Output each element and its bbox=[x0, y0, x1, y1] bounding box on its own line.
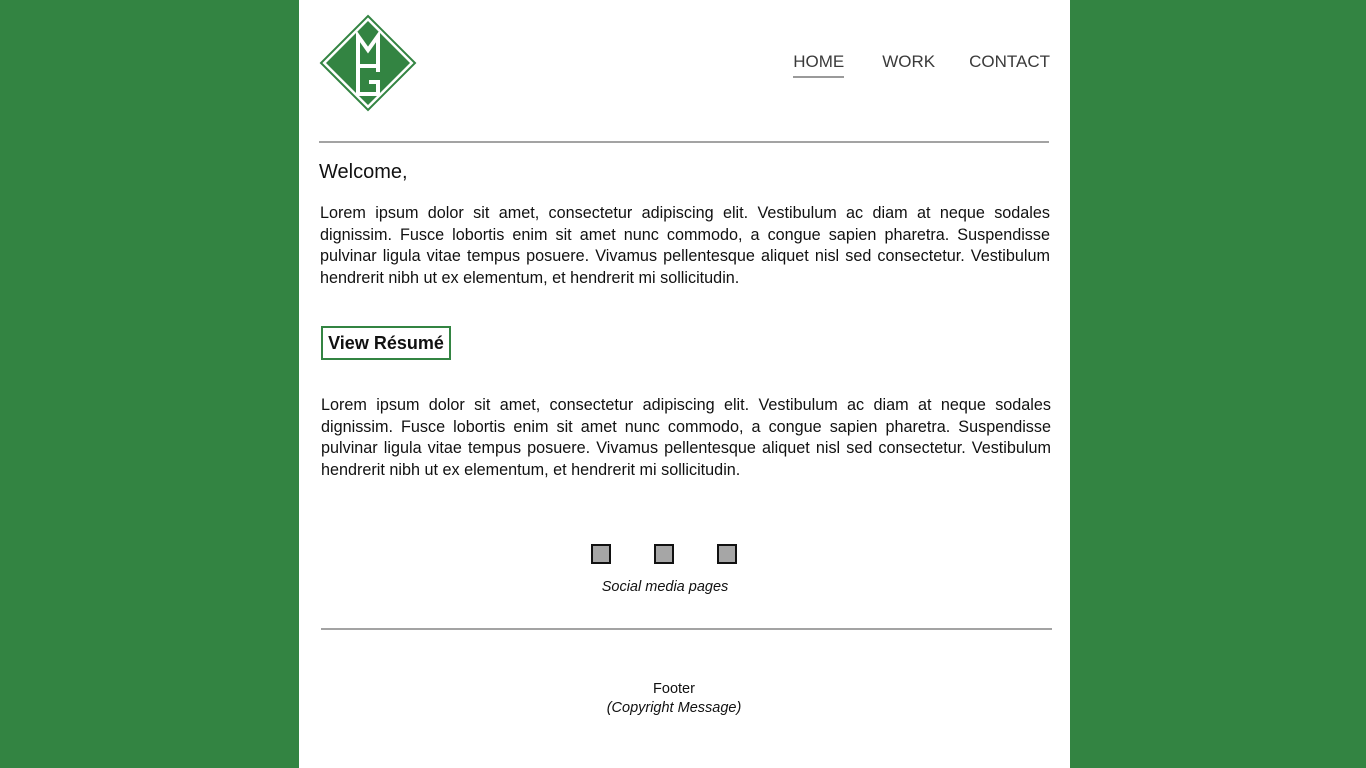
social-caption: Social media pages bbox=[601, 579, 729, 595]
view-resume-button[interactable]: View Résumé bbox=[321, 326, 451, 360]
nav-home-link[interactable]: HOME bbox=[793, 52, 845, 78]
nav-work-link[interactable]: WORK bbox=[882, 52, 935, 78]
social-links bbox=[591, 544, 737, 564]
footer-title: Footer bbox=[653, 681, 695, 697]
welcome-heading: Welcome, bbox=[319, 161, 408, 183]
second-paragraph: Lorem ipsum dolor sit amet, consectetur … bbox=[321, 396, 1051, 480]
page-content: HOME WORK CONTACT Welcome, Lorem ipsum d… bbox=[299, 0, 1070, 768]
footer-divider bbox=[321, 628, 1052, 630]
mg-logo[interactable] bbox=[319, 14, 417, 112]
social-icon-1[interactable] bbox=[591, 544, 611, 564]
social-icon-2[interactable] bbox=[654, 544, 674, 564]
social-icon-3[interactable] bbox=[717, 544, 737, 564]
footer: Footer (Copyright Message) bbox=[299, 680, 1049, 718]
main-nav: HOME WORK CONTACT bbox=[793, 52, 1050, 78]
nav-contact-link[interactable]: CONTACT bbox=[969, 52, 1050, 78]
intro-paragraph: Lorem ipsum dolor sit amet, consectetur … bbox=[320, 204, 1050, 288]
copyright-message: (Copyright Message) bbox=[606, 700, 742, 716]
header-divider bbox=[319, 141, 1049, 143]
mg-diamond-logo-icon bbox=[319, 14, 417, 112]
